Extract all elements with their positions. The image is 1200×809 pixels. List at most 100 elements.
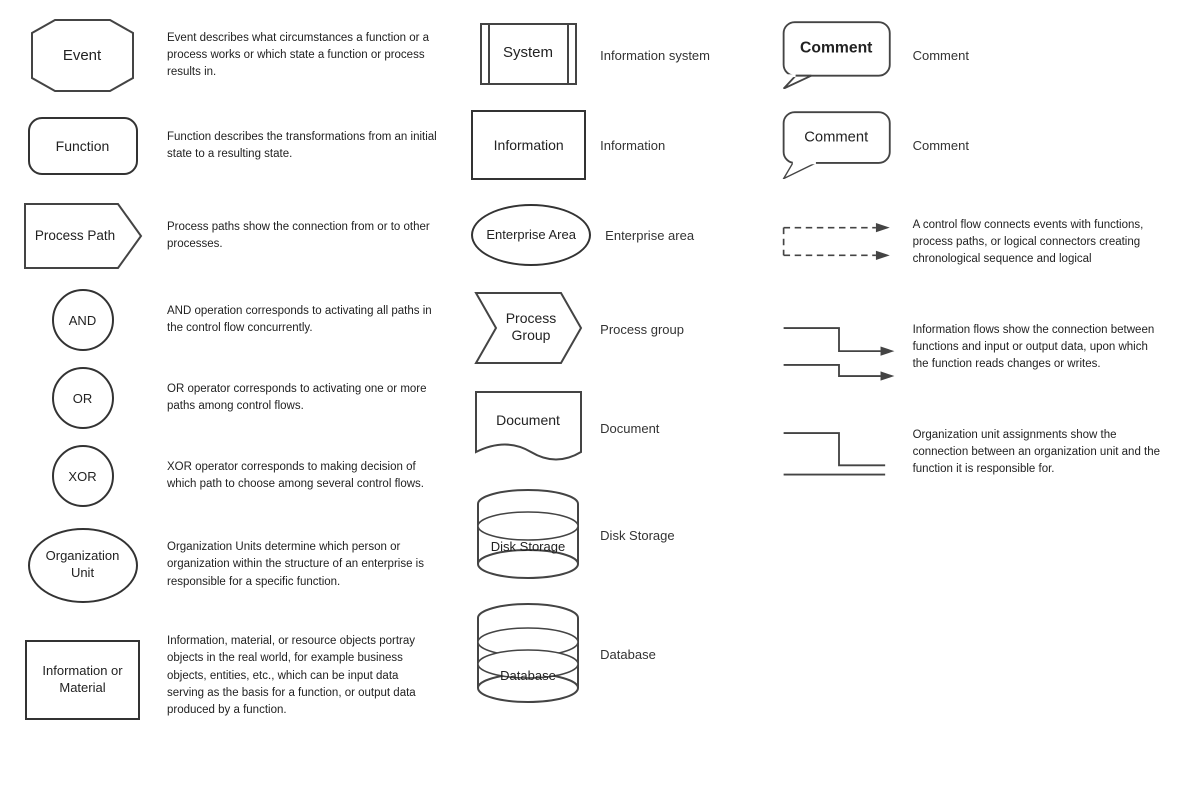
- col2-item-disk-storage: Disk Storage Disk Storage: [461, 478, 768, 592]
- info-material-label: Information orMaterial: [42, 663, 122, 697]
- shape-database-container: Database: [471, 600, 586, 708]
- shape-process-path-container: Process Path: [10, 202, 155, 270]
- info-material-icon: Information orMaterial: [25, 640, 140, 720]
- shape-info-flow-container: [779, 309, 899, 387]
- item-org-unit: OrganizationUnit Organization Units dete…: [5, 515, 461, 615]
- svg-text:Process: Process: [506, 310, 557, 326]
- and-label: AND: [69, 313, 96, 328]
- document-icon: Document: [471, 387, 586, 467]
- process-path-description: Process paths show the connection from o…: [167, 219, 437, 254]
- shape-comment2-container: Comment: [779, 109, 899, 182]
- comment1-icon: Comment: [779, 19, 899, 89]
- shape-enterprise-container: Enterprise Area: [471, 204, 591, 266]
- col3-item-comment1: Comment Comment: [769, 10, 1195, 100]
- process-group-label: Process group: [600, 322, 684, 337]
- shape-org-unit-container: OrganizationUnit: [10, 528, 155, 603]
- or-description: OR operator corresponds to activating on…: [167, 381, 437, 416]
- org-unit-label: OrganizationUnit: [46, 548, 120, 582]
- svg-text:Process Path: Process Path: [34, 228, 114, 243]
- svg-text:Comment: Comment: [804, 129, 868, 145]
- col3-item-info-flow: Information flows show the connection be…: [769, 295, 1195, 400]
- item-process-path: Process Path Process paths show the conn…: [5, 191, 461, 281]
- org-unit-icon: OrganizationUnit: [28, 528, 138, 603]
- and-icon: AND: [52, 289, 114, 351]
- system-label: Information system: [600, 48, 710, 63]
- svg-text:Event: Event: [63, 47, 102, 64]
- info-flow-description: Information flows show the connection be…: [913, 322, 1163, 374]
- shape-info-material-container: Information orMaterial: [10, 640, 155, 720]
- svg-text:Disk Storage: Disk Storage: [491, 539, 565, 554]
- org-assign-description: Organization unit assignments show the c…: [913, 427, 1163, 479]
- function-icon: Function: [28, 117, 138, 175]
- org-assign-icon: [779, 414, 899, 489]
- svg-text:Comment: Comment: [800, 39, 873, 56]
- col3-item-org-assign: Organization unit assignments show the c…: [769, 400, 1195, 505]
- column-3: Comment Comment Comment Comment: [769, 10, 1195, 735]
- information-label: Information: [600, 138, 665, 153]
- info-material-description: Information, material, or resource objec…: [167, 633, 437, 719]
- comment1-label: Comment: [913, 48, 969, 63]
- information-icon: Information: [471, 110, 586, 180]
- shape-xor-container: XOR: [10, 445, 155, 507]
- comment2-label: Comment: [913, 138, 969, 153]
- database-label: Database: [600, 647, 656, 662]
- shape-disk-container: Disk Storage: [471, 486, 586, 584]
- control-flow-icon: [779, 204, 899, 279]
- shape-function-container: Function: [10, 117, 155, 175]
- enterprise-area-icon: Enterprise Area: [471, 204, 591, 266]
- svg-text:Group: Group: [512, 327, 551, 343]
- database-icon: Database: [471, 600, 586, 705]
- process-group-icon: Process Group: [471, 288, 586, 368]
- shape-control-flow-container: [779, 204, 899, 282]
- event-description: Event describes what circumstances a fun…: [167, 30, 437, 82]
- column-2: System Information system Information In…: [461, 10, 768, 735]
- col2-item-system: System Information system: [461, 10, 768, 100]
- enterprise-area-shape-label: Enterprise Area: [486, 227, 576, 244]
- or-label: OR: [73, 391, 93, 406]
- shape-comment1-container: Comment: [779, 19, 899, 92]
- comment2-icon: Comment: [779, 109, 899, 179]
- document-label: Document: [600, 421, 659, 436]
- shape-and-container: AND: [10, 289, 155, 351]
- and-description: AND operation corresponds to activating …: [167, 303, 437, 338]
- shape-event-container: Event: [10, 18, 155, 93]
- control-flow-description: A control flow connects events with func…: [913, 217, 1163, 269]
- process-path-icon: Process Path: [23, 202, 143, 270]
- legend-container: Event Event describes what circumstances…: [0, 0, 1200, 745]
- xor-label: XOR: [68, 469, 96, 484]
- item-function: Function Function describes the transfor…: [5, 101, 461, 191]
- col2-item-information: Information Information: [461, 100, 768, 190]
- shape-org-assign-container: [779, 414, 899, 492]
- svg-text:Document: Document: [496, 412, 560, 428]
- column-1: Event Event describes what circumstances…: [5, 10, 461, 735]
- svg-text:Database: Database: [500, 668, 556, 683]
- function-description: Function describes the transformations f…: [167, 129, 437, 164]
- function-label: Function: [56, 137, 110, 155]
- shape-system-container: System: [471, 19, 586, 92]
- xor-description: XOR operator corresponds to making decis…: [167, 459, 437, 494]
- item-info-material: Information orMaterial Information, mate…: [5, 615, 461, 735]
- item-and: AND AND operation corresponds to activat…: [5, 281, 461, 359]
- item-xor: XOR XOR operator corresponds to making d…: [5, 437, 461, 515]
- system-icon: System: [471, 19, 586, 89]
- or-icon: OR: [52, 367, 114, 429]
- event-icon: Event: [30, 18, 135, 93]
- item-event: Event Event describes what circumstances…: [5, 10, 461, 101]
- shape-or-container: OR: [10, 367, 155, 429]
- col3-item-comment2: Comment Comment: [769, 100, 1195, 190]
- col2-item-enterprise: Enterprise Area Enterprise area: [461, 190, 768, 280]
- shape-process-group-container: Process Group: [471, 288, 586, 371]
- col3-item-control-flow: A control flow connects events with func…: [769, 190, 1195, 295]
- info-flow-icon: [779, 309, 899, 384]
- disk-storage-label: Disk Storage: [600, 528, 674, 543]
- enterprise-label: Enterprise area: [605, 228, 694, 243]
- xor-icon: XOR: [52, 445, 114, 507]
- information-shape-label: Information: [494, 136, 564, 154]
- shape-document-container: Document: [471, 387, 586, 470]
- disk-storage-icon: Disk Storage: [471, 486, 586, 581]
- shape-information-container: Information: [471, 110, 586, 180]
- svg-text:System: System: [503, 44, 553, 61]
- col2-item-document: Document Document: [461, 379, 768, 478]
- col2-item-process-group: Process Group Process group: [461, 280, 768, 379]
- item-or: OR OR operator corresponds to activating…: [5, 359, 461, 437]
